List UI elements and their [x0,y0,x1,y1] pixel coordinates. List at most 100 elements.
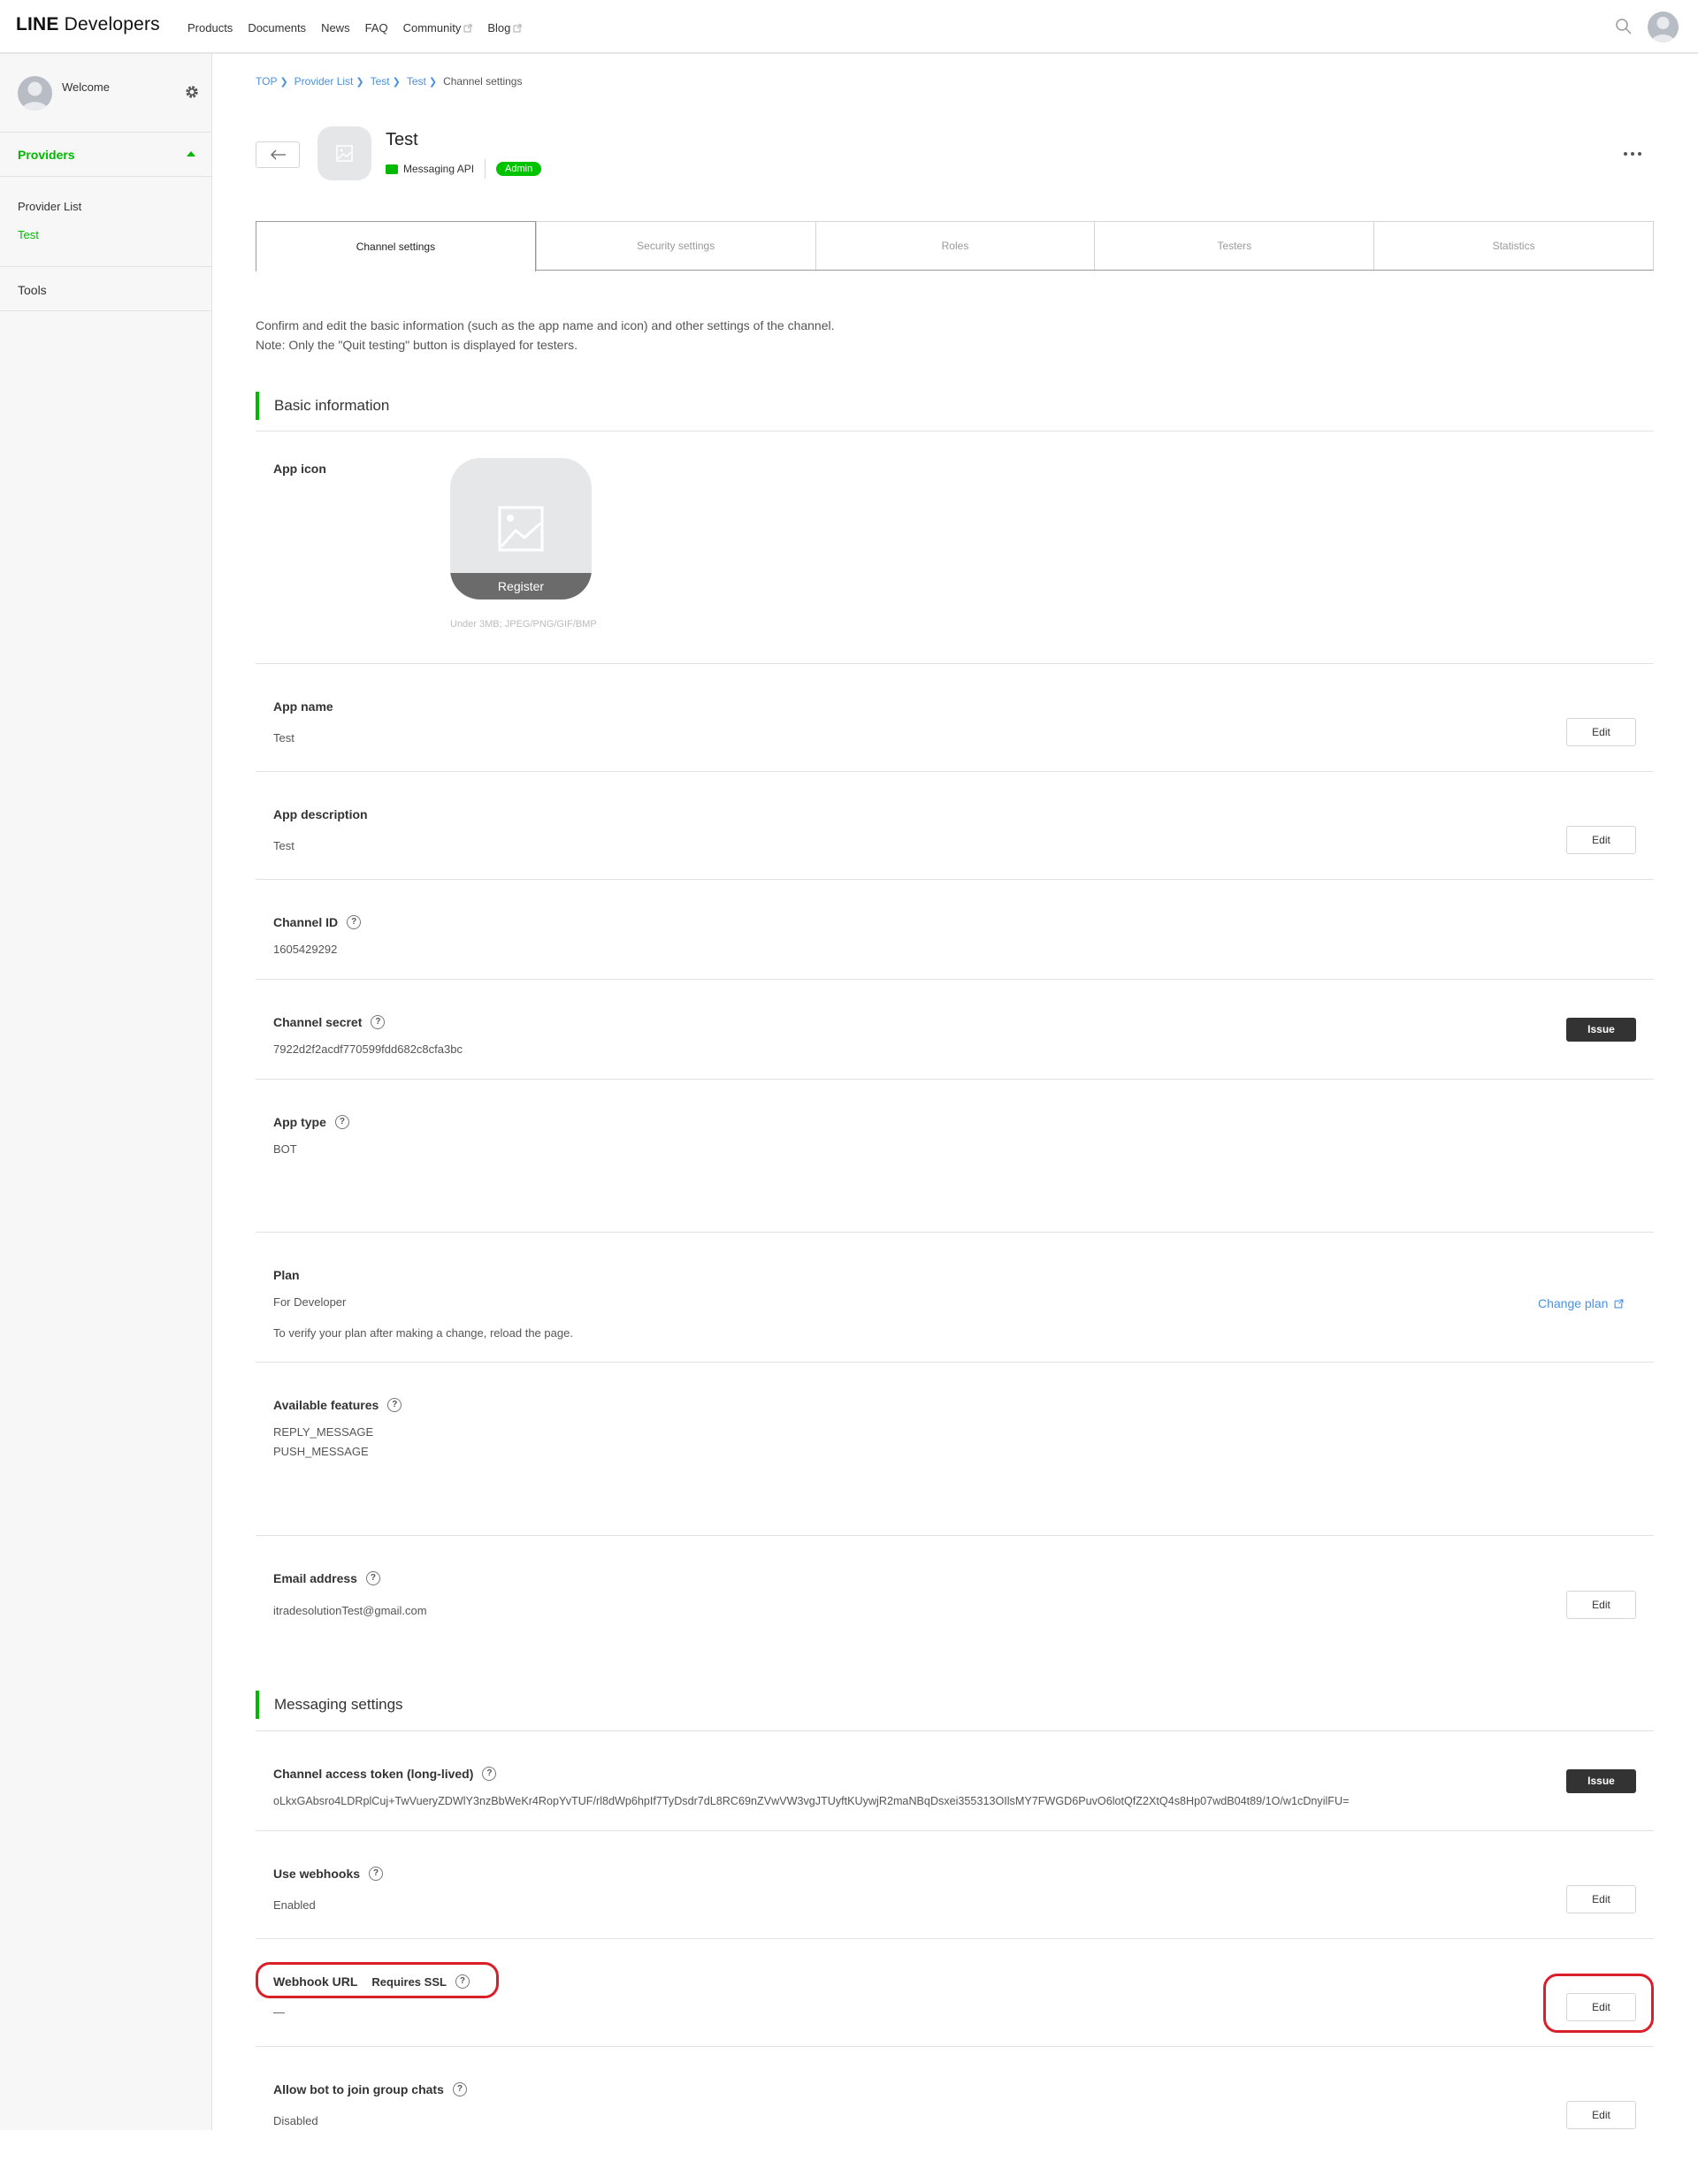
tab-bar: Channel settings Security settings Roles… [256,221,1654,271]
sidebar-providers-label: Providers [18,148,75,162]
row-app-icon: App icon Register Under 3MB; JPEG/PNG/GI… [256,431,1654,664]
group-chats-edit-button[interactable]: Edit [1566,2101,1636,2129]
row-app-type: App type? BOT [256,1080,1654,1233]
external-link-icon [1614,1299,1624,1308]
highlight-webhook-label [256,1962,499,1998]
top-header: LINE Developers Products Documents News F… [0,0,1698,54]
help-icon[interactable]: ? [365,1571,380,1585]
breadcrumb-top[interactable]: TOP [256,75,277,88]
help-icon[interactable]: ? [371,1015,386,1029]
caret-up-icon [187,151,195,157]
row-available-features: Available features? REPLY_MESSAGE PUSH_M… [256,1363,1654,1536]
row-webhook-url: Webhook URL Requires SSL? — Edit [256,1939,1654,2047]
app-description-edit-button[interactable]: Edit [1566,826,1636,854]
tab-roles[interactable]: Roles [815,222,1095,270]
row-channel-access-token: Channel access token (long-lived)? oLkxG… [256,1731,1654,1831]
divider [485,159,486,179]
role-badge: Admin [496,162,542,176]
feature-item: PUSH_MESSAGE [273,1445,369,1458]
nav-blog[interactable]: Blog [487,21,522,34]
line-developers-logo[interactable]: LINE Developers [16,14,160,35]
row-use-webhooks: Use webhooks? Enabled Edit [256,1831,1654,1939]
breadcrumb-provider[interactable]: Test [371,75,390,88]
channel-secret-value: 7922d2f2acdf770599fdd682c8cfa3bc [273,1042,463,1056]
breadcrumb-provider-list[interactable]: Provider List [294,75,354,88]
description-line-2: Note: Only the "Quit testing" button is … [256,338,578,352]
welcome-text: Welcome [62,80,110,94]
sidebar: Welcome Providers Provider List Test Too… [0,54,212,2130]
nav-news[interactable]: News [321,21,350,34]
channel-type-label: Messaging API [403,163,475,175]
row-plan: Plan For Developer To verify your plan a… [256,1233,1654,1363]
nav-community[interactable]: Community [403,21,473,34]
tab-testers[interactable]: Testers [1094,222,1373,270]
breadcrumb-current: Channel settings [443,75,523,88]
email-edit-button[interactable]: Edit [1566,1591,1636,1619]
app-name-value: Test [273,731,294,745]
email-value: itradesolutionTest@gmail.com [273,1604,427,1617]
app-icon-upload[interactable]: Register [450,458,592,599]
channel-id-value: 1605429292 [273,943,338,956]
group-chats-value: Disabled [273,2114,318,2127]
use-webhooks-label: Use webhooks? [273,1867,384,1881]
help-icon[interactable]: ? [347,915,362,929]
app-name-label: App name [273,699,333,714]
access-token-label: Channel access token (long-lived)? [273,1767,497,1781]
tab-statistics[interactable]: Statistics [1373,222,1653,270]
app-description-value: Test [273,839,294,852]
app-description-label: App description [273,807,368,821]
feature-item: REPLY_MESSAGE [273,1425,374,1439]
image-placeholder-icon [498,506,544,552]
plan-value: For Developer [273,1295,347,1309]
app-icon-label: App icon [273,462,326,476]
channel-header: Test Messaging API Admin [256,126,1654,188]
row-app-name: App name Test Edit [256,664,1654,772]
top-nav: Products Documents News FAQ Community Bl… [187,21,522,34]
chevron-right-icon: ❯ [428,76,438,88]
help-icon[interactable]: ? [369,1867,384,1881]
help-icon[interactable]: ? [482,1767,497,1781]
gear-icon[interactable] [184,84,200,100]
app-icon-note: Under 3MB; JPEG/PNG/GIF/BMP [450,619,597,630]
sidebar-item-test[interactable]: Test [18,228,39,241]
app-name-edit-button[interactable]: Edit [1566,718,1636,746]
avatar [18,76,52,111]
row-email: Email address? itradesolutionTest@gmail.… [256,1536,1654,1642]
back-button[interactable] [256,141,300,168]
search-icon[interactable] [1615,18,1633,35]
plan-label: Plan [273,1268,300,1282]
help-icon[interactable]: ? [387,1398,402,1412]
chevron-right-icon: ❯ [356,76,364,88]
nav-products[interactable]: Products [187,21,233,34]
help-icon[interactable]: ? [334,1115,349,1129]
nav-documents[interactable]: Documents [248,21,306,34]
chevron-right-icon: ❯ [392,76,401,88]
breadcrumb: TOP ❯ Provider List ❯ Test ❯ Test ❯ Channel … [256,75,522,88]
row-channel-secret: Channel secret? 7922d2f2acdf770599fdd682… [256,980,1654,1080]
nav-faq[interactable]: FAQ [365,21,388,34]
app-type-value: BOT [273,1142,297,1156]
access-token-issue-button[interactable]: Issue [1566,1769,1636,1793]
user-avatar[interactable] [1648,11,1679,42]
register-label: Register [450,573,592,599]
page-description: Confirm and edit the basic information (… [256,316,835,355]
app-type-label: App type? [273,1115,349,1129]
tab-security-settings[interactable]: Security settings [535,222,815,270]
more-options-button[interactable] [1624,148,1647,160]
channel-id-label: Channel ID? [273,915,362,929]
external-link-icon [463,24,472,32]
change-plan-link[interactable]: Change plan [1538,1296,1624,1310]
breadcrumb-channel[interactable]: Test [407,75,426,88]
tab-channel-settings[interactable]: Channel settings [256,221,536,271]
sidebar-item-provider-list[interactable]: Provider List [18,200,81,213]
sidebar-providers-toggle[interactable]: Providers [0,133,211,177]
use-webhooks-edit-button[interactable]: Edit [1566,1885,1636,1913]
plan-reload-note: To verify your plan after making a chang… [273,1326,573,1340]
sidebar-item-tools[interactable]: Tools [0,267,211,311]
help-icon[interactable]: ? [452,2082,467,2096]
channel-secret-issue-button[interactable]: Issue [1566,1018,1636,1042]
available-features-label: Available features? [273,1398,402,1412]
row-app-description: App description Test Edit [256,772,1654,880]
webhook-url-value: — [273,2005,285,2019]
access-token-value: oLkxGAbsro4LDRplCuj+TwVueryZDWlY3nzBbWeK… [273,1795,1350,1807]
